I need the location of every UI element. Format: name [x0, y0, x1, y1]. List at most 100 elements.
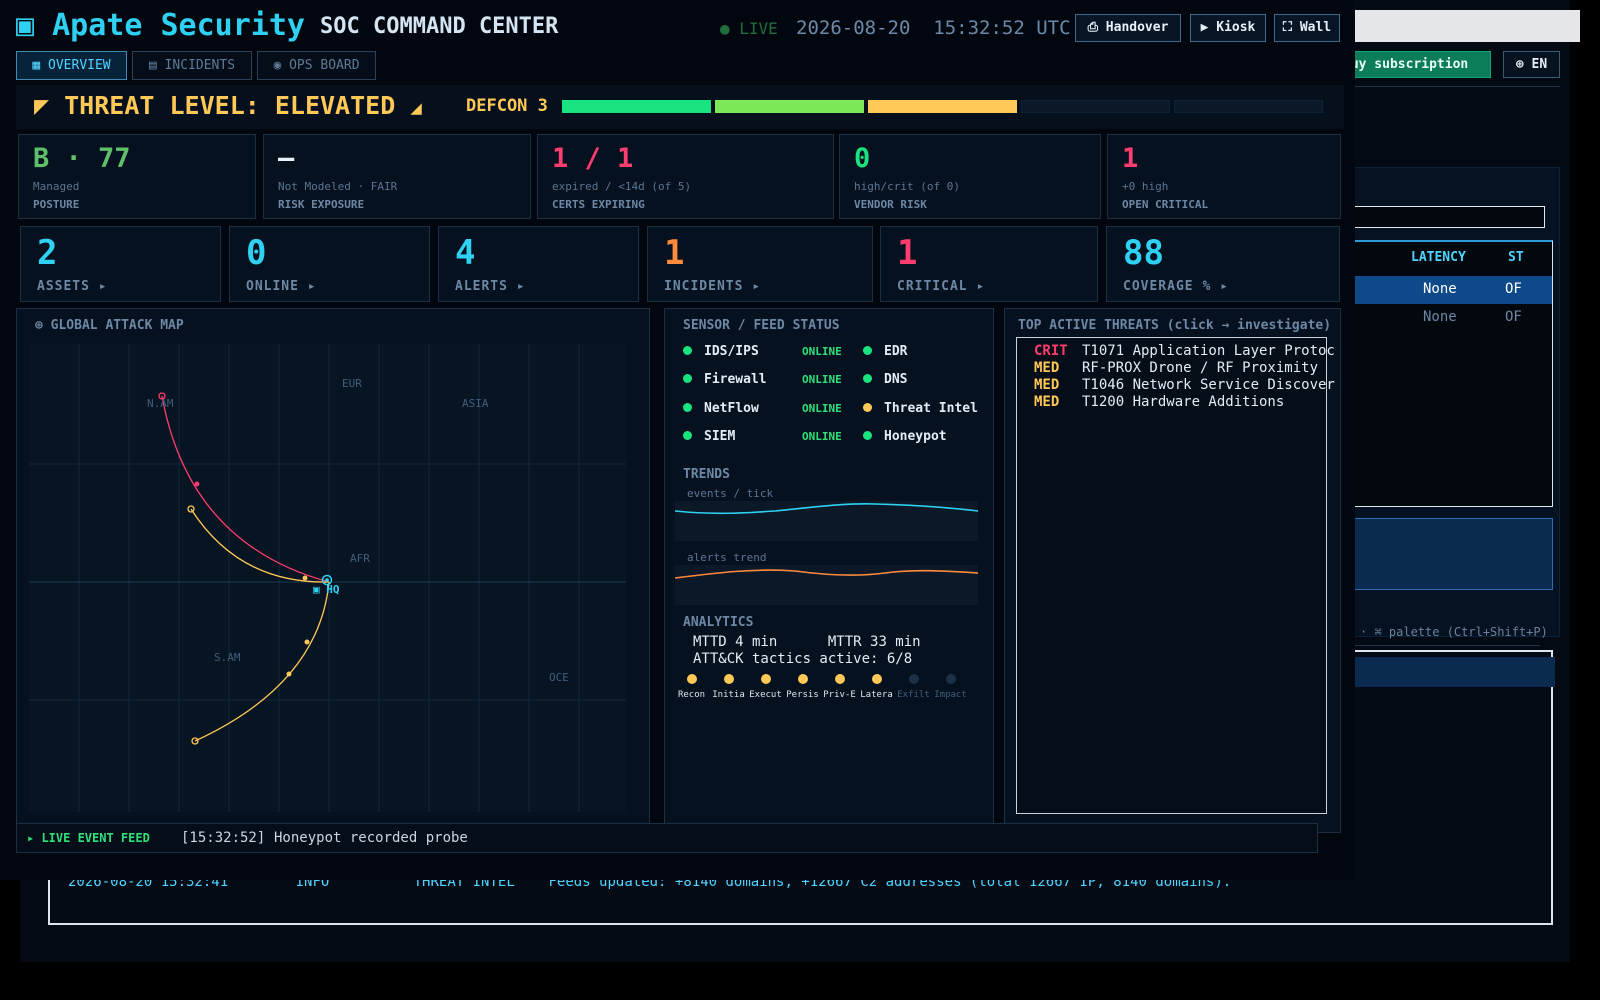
counter-incidents[interactable]: 1 INCIDENTS ▸ — [647, 226, 873, 302]
kpi-open-critical[interactable]: 1 +0 high OPEN CRITICAL — [1107, 134, 1341, 219]
buy-subscription-button[interactable]: Buy subscription — [1340, 51, 1491, 78]
kpi-caption: CERTS EXPIRING — [552, 198, 645, 211]
analytics-times: MTTD 4 min MTTR 33 min — [693, 634, 921, 650]
sensor-name: NetFlow — [704, 401, 759, 416]
background-filter-input[interactable] — [1340, 206, 1545, 228]
attack-tactic[interactable]: Execut — [747, 674, 784, 700]
tab-ops-board[interactable]: ◉ OPS BOARD — [257, 51, 376, 80]
feed-message: Honeypot recorded probe — [274, 830, 468, 846]
sensor-item[interactable]: DNS — [863, 372, 907, 387]
kpi-posture[interactable]: B · 77 Managed POSTURE — [18, 134, 256, 219]
threat-level-segment — [868, 100, 1017, 113]
tactics-active: ATT&CK tactics active: 6/8 — [693, 651, 913, 667]
threat-item[interactable]: CRIT T1071 Application Layer Protoc — [1034, 343, 1335, 359]
counter-value: 1 — [664, 233, 685, 273]
global-attack-map-panel: ⊕ GLOBAL ATTACK MAP N.AM EUR ASIA AFR S.… — [16, 308, 650, 833]
sparkline-canvas — [674, 569, 979, 579]
sensor-item[interactable]: SIEM — [683, 429, 735, 444]
counter-critical[interactable]: 1 CRITICAL ▸ — [880, 226, 1098, 302]
cell-status: OF — [1505, 281, 1522, 297]
background-search-bar[interactable] — [1340, 10, 1580, 42]
counter-assets[interactable]: 2 ASSETS ▸ — [20, 226, 221, 302]
tab-overview[interactable]: ▦ OVERVIEW — [16, 51, 127, 80]
table-row[interactable]: None OF — [1341, 304, 1552, 332]
attack-tactic[interactable]: Latera — [858, 674, 895, 700]
threat-item[interactable]: MED T1046 Network Service Discover — [1034, 377, 1335, 393]
clock-date: 2026-08-20 — [796, 17, 911, 39]
tactic-status-dot — [723, 674, 734, 684]
counter-label: ASSETS ▸ — [37, 279, 108, 294]
kpi-caption: OPEN CRITICAL — [1122, 198, 1209, 211]
sensor-item[interactable]: NetFlow — [683, 401, 759, 416]
threat-severity: MED — [1034, 360, 1060, 376]
cell-latency: None — [1423, 309, 1457, 325]
sensor-item[interactable]: IDS/IPS — [683, 344, 759, 359]
tactic-label: Recon — [677, 690, 706, 700]
cell-latency: None — [1423, 281, 1457, 297]
threat-list[interactable]: CRIT T1071 Application Layer Protoc MED RF-… — [1016, 337, 1335, 814]
threat-name: T1071 Application Layer Protoc — [1082, 343, 1335, 359]
handover-label: Handover — [1105, 20, 1169, 35]
threat-name: T1046 Network Service Discover — [1082, 377, 1335, 393]
corner-flag-icon: ◤ — [34, 91, 50, 120]
attack-packet — [286, 671, 292, 677]
status-dot-icon — [863, 431, 872, 440]
live-indicator: ● LIVE — [720, 19, 778, 38]
attack-tactic[interactable]: Initia — [710, 674, 747, 700]
threat-item[interactable]: MED T1200 Hardware Additions — [1034, 394, 1284, 410]
counter-alerts[interactable]: 4 ALERTS ▸ — [438, 226, 639, 302]
attack-tactic[interactable]: Impact — [932, 674, 969, 700]
region-label: ASIA — [462, 397, 489, 410]
clock-time: 15:32:52 UTC — [933, 17, 1071, 39]
attack-tactic[interactable]: Priv-E — [821, 674, 858, 700]
counter-online[interactable]: 0 ONLINE ▸ — [229, 226, 430, 302]
table-header-status: ST — [1508, 250, 1524, 265]
grid-icon: ▦ — [32, 58, 41, 73]
sensor-name: EDR — [884, 344, 908, 359]
attack-packet — [304, 639, 310, 645]
kpi-risk-exposure[interactable]: — Not Modeled · FAIR RISK EXPOSURE — [263, 134, 531, 219]
panel-title: ⊕ GLOBAL ATTACK MAP — [35, 318, 184, 333]
sensor-item[interactable]: EDR — [863, 344, 907, 359]
sensor-item[interactable]: Threat Intel — [863, 401, 978, 416]
handover-button[interactable]: ⎙ Handover — [1075, 14, 1181, 42]
threat-level-banner: ◤ THREAT LEVEL: ELEVATED ◢ DEFCON 3 — [16, 85, 1344, 129]
language-selector[interactable]: ⊕ EN — [1503, 51, 1560, 78]
sensor-status: ONLINE — [802, 345, 842, 358]
threat-item[interactable]: MED RF-PROX Drone / RF Proximity — [1034, 360, 1318, 376]
counter-coverage[interactable]: 88 COVERAGE % ▸ — [1106, 226, 1340, 302]
kpi-caption: VENDOR RISK — [854, 198, 927, 211]
region-label: AFR — [350, 552, 370, 565]
threat-name: RF-PROX Drone / RF Proximity — [1082, 360, 1319, 376]
tactic-label: Exfilt — [897, 690, 930, 700]
threat-severity: MED — [1034, 377, 1060, 393]
divider — [1340, 645, 1540, 646]
counter-label: COVERAGE % ▸ — [1123, 279, 1229, 294]
attack-tactic[interactable]: Persis — [784, 674, 821, 700]
mttd-value: MTTD 4 min — [693, 634, 778, 650]
kpi-caption: RISK EXPOSURE — [278, 198, 365, 211]
status-dot-icon — [683, 374, 692, 383]
tactic-status-dot — [945, 674, 956, 684]
kpi-sub: +0 high — [1122, 180, 1169, 193]
list-icon: ▤ — [148, 58, 157, 73]
background-asset-table: LATENCY ST None OF None OF — [1340, 240, 1553, 507]
tactic-label: Initia — [712, 690, 745, 700]
sensor-item[interactable]: Honeypot — [863, 429, 947, 444]
attack-tactic[interactable]: Recon — [673, 674, 710, 700]
kpi-vendor-risk[interactable]: 0 high/crit (of 0) VENDOR RISK — [839, 134, 1101, 219]
counter-value: 0 — [246, 233, 267, 273]
attack-tactic[interactable]: Exfilt — [895, 674, 932, 700]
tab-incidents[interactable]: ▤ INCIDENTS — [132, 51, 252, 80]
events-trend-sparkline — [674, 501, 979, 541]
clock: 2026-08-20 15:32:52 UTC — [796, 17, 1071, 39]
tactic-label: Execut — [749, 690, 782, 700]
counter-label: CRITICAL ▸ — [897, 279, 986, 294]
table-row[interactable]: None OF — [1341, 276, 1552, 304]
wall-button[interactable]: ⛶ Wall — [1274, 14, 1340, 42]
divider — [1340, 86, 1560, 87]
kpi-certs-expiring[interactable]: 1 / 1 expired / <14d (of 5) CERTS EXPIRI… — [537, 134, 834, 219]
sensor-item[interactable]: Firewall — [683, 372, 767, 387]
kiosk-button[interactable]: ▶ Kiosk — [1190, 14, 1266, 42]
attack-map[interactable]: N.AM EUR ASIA AFR S.AM OCE ▣ HQ — [29, 344, 626, 812]
